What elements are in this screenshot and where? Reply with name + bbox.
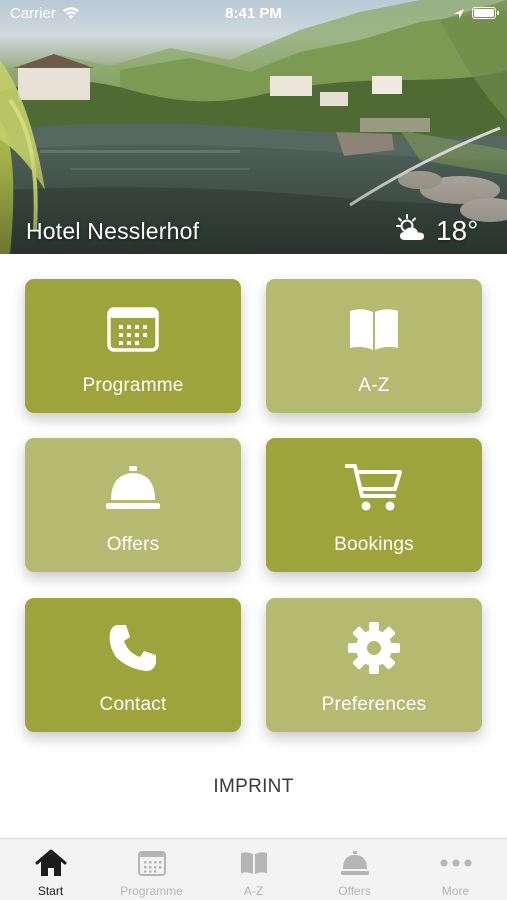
- tab-label: Offers: [338, 884, 371, 898]
- temperature-label: 18°: [436, 214, 479, 246]
- sun-cloud-icon: [396, 214, 428, 247]
- tab-start[interactable]: Start: [0, 839, 101, 900]
- tab-offers[interactable]: Offers: [304, 839, 405, 900]
- hero-banner: Carrier 8:41 PM Hotel Nesslerhof 18°: [0, 0, 507, 254]
- location-arrow-icon: [453, 7, 465, 24]
- tab-label: Start: [37, 884, 64, 898]
- tile-label: A-Z: [358, 375, 390, 396]
- tile-bookings[interactable]: Bookings: [266, 438, 482, 572]
- tile-offers[interactable]: Offers: [25, 438, 241, 572]
- tab-programme[interactable]: Programme: [101, 839, 202, 900]
- book-icon: [266, 303, 482, 355]
- more-dots-icon: [405, 848, 506, 878]
- phone-icon: [25, 622, 241, 674]
- status-bar: Carrier 8:41 PM: [0, 0, 507, 28]
- service-bell-icon: [304, 848, 405, 878]
- home-icon: [0, 848, 101, 878]
- tab-more[interactable]: More: [405, 839, 506, 900]
- tab-label: More: [441, 884, 470, 898]
- tile-programme[interactable]: Programme: [25, 279, 241, 413]
- hotel-name: Hotel Nesslerhof: [26, 218, 200, 244]
- gear-icon: [266, 622, 482, 674]
- tab-bar: Start Programme A-Z Offers More: [0, 838, 507, 900]
- tile-label: Bookings: [334, 534, 414, 555]
- tab-a-z[interactable]: A-Z: [203, 839, 304, 900]
- clock-time: 8:41 PM: [225, 5, 282, 22]
- tile-label: Offers: [106, 534, 160, 555]
- calendar-icon: [25, 303, 241, 355]
- weather-widget: 18°: [396, 214, 478, 247]
- calendar-icon: [101, 848, 202, 878]
- tab-label: A-Z: [243, 884, 264, 898]
- imprint-link[interactable]: IMPRINT: [0, 776, 507, 798]
- tile-label: Programme: [82, 375, 184, 396]
- cart-icon: [266, 462, 482, 514]
- tile-label: Contact: [99, 694, 167, 715]
- battery-icon: [472, 7, 499, 19]
- tile-preferences[interactable]: Preferences: [266, 598, 482, 732]
- tab-label: Programme: [120, 884, 183, 898]
- tile-label: Preferences: [321, 694, 427, 715]
- book-icon: [203, 848, 304, 878]
- tile-a-z[interactable]: A-Z: [266, 279, 482, 413]
- tile-contact[interactable]: Contact: [25, 598, 241, 732]
- service-bell-icon: [25, 462, 241, 514]
